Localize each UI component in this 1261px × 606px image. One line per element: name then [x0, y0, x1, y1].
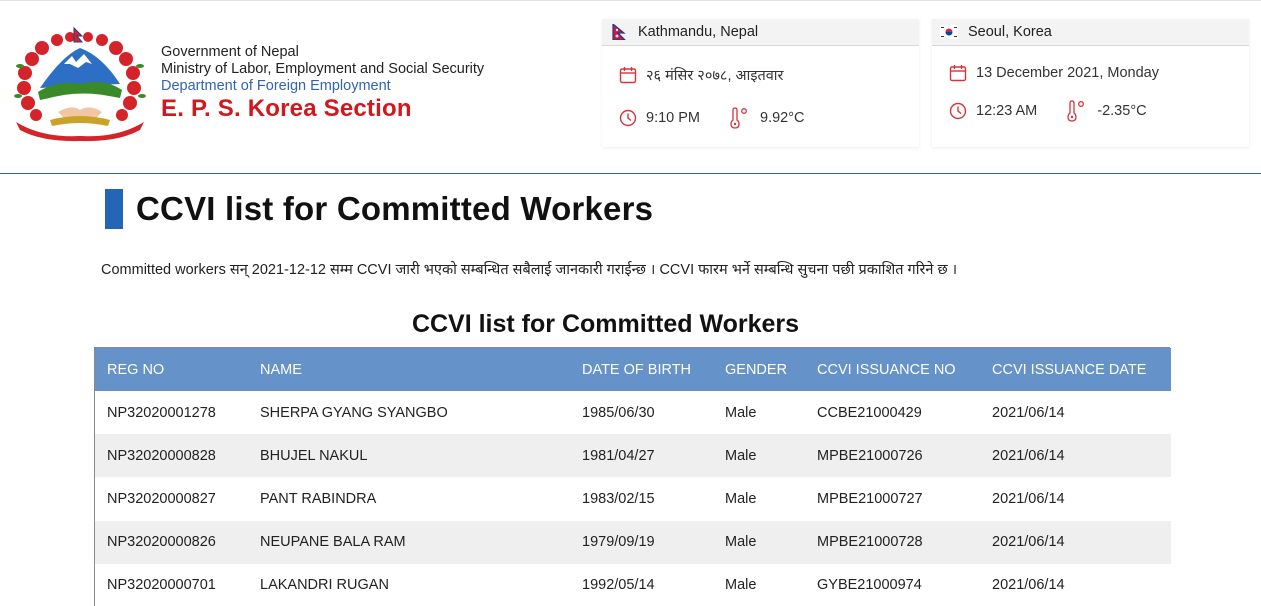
site-header: Government of Nepal Ministry of Labor, E…: [0, 0, 1261, 174]
organization-block: Government of Nepal Ministry of Labor, E…: [161, 44, 484, 123]
nepal-flag-icon: [610, 24, 628, 40]
column-header-date-of-birth[interactable]: DATE OF BIRTH: [570, 348, 713, 391]
korea-temperature: -2.35°C: [1097, 103, 1147, 119]
cell-gender: Male: [725, 404, 757, 421]
korea-date-row: 13 December 2021, Monday: [948, 63, 1159, 83]
table-header-row: REG NO NAME DATE OF BIRTH GENDER CCVI IS…: [95, 348, 1171, 391]
table-title-text: CCVI list for Committed Workers: [411, 310, 800, 338]
government-emblem-logo[interactable]: [12, 26, 148, 142]
cell-ccvi-issuance-date: 2021/06/14: [992, 490, 1065, 507]
cell-ccvi-issuance-date: 2021/06/14: [992, 404, 1065, 421]
cell-name: NEUPANE BALA RAM: [260, 534, 406, 551]
cell-reg-no: NP32020000828: [107, 447, 216, 464]
cell-date-of-birth: 1985/06/30: [582, 404, 655, 421]
table-row: NP32020000701 LAKANDRI RUGAN 1992/05/14 …: [95, 563, 1171, 606]
column-header-gender[interactable]: GENDER: [713, 348, 805, 391]
page-title: CCVI list for Committed Workers: [136, 190, 654, 227]
cell-gender: Male: [725, 577, 757, 594]
cell-name: LAKANDRI RUGAN: [260, 577, 389, 594]
cell-ccvi-issuance-no: GYBE21000974: [817, 577, 922, 594]
cell-ccvi-issuance-no: MPBE21000727: [817, 490, 923, 507]
korea-card-header: Seoul, Korea: [932, 19, 1249, 46]
cell-reg-no: NP32020000827: [107, 490, 216, 507]
cell-ccvi-issuance-date: 2021/06/14: [992, 447, 1065, 464]
cell-ccvi-issuance-date: 2021/06/14: [992, 534, 1065, 551]
thermometer-icon: [1065, 100, 1087, 122]
org-ministry: Ministry of Labor, Employment and Social…: [161, 61, 485, 77]
table-row: NP32020000828 BHUJEL NAKUL 1981/04/27 Ma…: [95, 434, 1171, 478]
nepal-time: 9:10 PM: [646, 110, 700, 126]
korea-clock-card: Seoul, Korea 13 December 2021, Monday 12…: [932, 19, 1249, 147]
calendar-icon: [948, 63, 968, 83]
cell-reg-no: NP32020001278: [107, 404, 216, 421]
emblem-icon: [14, 26, 146, 142]
cell-date-of-birth: 1979/09/19: [582, 534, 655, 551]
notice-text: Committed workers सन् 2021-12-12 सम्म CC…: [101, 262, 958, 278]
cell-name: SHERPA GYANG SYANGBO: [260, 404, 448, 421]
nepal-temperature: 9.92°C: [760, 110, 805, 126]
site-title[interactable]: E. P. S. Korea Section: [161, 95, 484, 123]
cell-date-of-birth: 1981/04/27: [582, 447, 655, 464]
column-header-reg-no[interactable]: REG NO: [95, 348, 248, 391]
nepal-date-row: २६ मंसिर २०७८, आइतवार: [618, 65, 783, 85]
cell-date-of-birth: 1983/02/15: [582, 490, 655, 507]
nepal-city-name: Kathmandu, Nepal: [638, 24, 759, 40]
column-header-ccvi-issuance-date[interactable]: CCVI ISSUANCE DATE: [980, 348, 1171, 391]
cell-ccvi-issuance-no: MPBE21000726: [817, 447, 923, 464]
cell-ccvi-issuance-no: MPBE21000728: [817, 534, 923, 551]
korea-flag-icon: [940, 24, 958, 40]
column-header-name[interactable]: NAME: [248, 348, 570, 391]
korea-time-row: 12:23 AM -2.35°C: [948, 100, 1147, 122]
table-row: NP32020000827 PANT RABINDRA 1983/02/15 M…: [95, 477, 1171, 521]
ccvi-table-container: REG NO NAME DATE OF BIRTH GENDER CCVI IS…: [94, 347, 1171, 606]
nepal-time-row: 9:10 PM 9.92°C: [618, 107, 805, 129]
cell-gender: Male: [725, 534, 757, 551]
org-department: Department of Foreign Employment: [161, 78, 391, 94]
ccvi-table: REG NO NAME DATE OF BIRTH GENDER CCVI IS…: [95, 348, 1171, 606]
org-government: Government of Nepal: [161, 44, 299, 60]
thermometer-icon: [728, 107, 750, 129]
nepal-card-header: Kathmandu, Nepal: [602, 19, 919, 46]
cell-reg-no: NP32020000826: [107, 534, 216, 551]
table-title: CCVI list for Committed Workers: [0, 310, 1261, 339]
cell-name: PANT RABINDRA: [260, 490, 377, 507]
table-row: NP32020000826 NEUPANE BALA RAM 1979/09/1…: [95, 520, 1171, 564]
korea-time: 12:23 AM: [976, 103, 1038, 119]
clock-icon: [618, 108, 638, 128]
nepal-clock-card: Kathmandu, Nepal २६ मंसिर २०७८, आइतवार 9…: [602, 19, 919, 147]
cell-gender: Male: [725, 490, 757, 507]
cell-date-of-birth: 1992/05/14: [582, 577, 655, 594]
cell-gender: Male: [725, 447, 757, 464]
nepal-date: २६ मंसिर २०७८, आइतवार: [646, 68, 784, 84]
korea-city-name: Seoul, Korea: [968, 24, 1052, 40]
column-header-ccvi-issuance-no[interactable]: CCVI ISSUANCE NO: [805, 348, 980, 391]
korea-date: 13 December 2021, Monday: [976, 65, 1159, 81]
cell-reg-no: NP32020000701: [107, 577, 216, 594]
cell-name: BHUJEL NAKUL: [260, 447, 368, 464]
clock-icon: [948, 101, 968, 121]
table-row: NP32020001278 SHERPA GYANG SYANGBO 1985/…: [95, 391, 1171, 435]
title-accent-bar: [105, 189, 123, 229]
cell-ccvi-issuance-date: 2021/06/14: [992, 577, 1065, 594]
calendar-icon: [618, 65, 638, 85]
cell-ccvi-issuance-no: CCBE21000429: [817, 404, 922, 421]
